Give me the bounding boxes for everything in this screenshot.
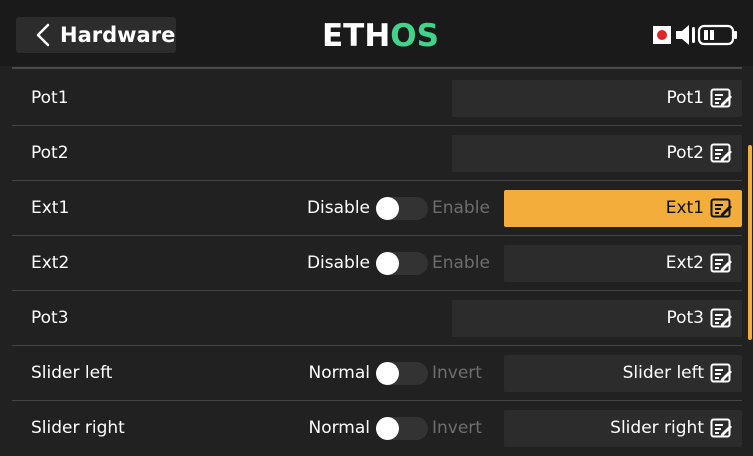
- page-title: Hardware: [60, 23, 176, 47]
- record-icon: [653, 26, 671, 44]
- row-label: Pot3: [31, 308, 69, 328]
- row-label: Slider left: [31, 363, 113, 383]
- pot1-name-field[interactable]: Pot1: [452, 80, 742, 117]
- field-value: Pot1: [666, 88, 704, 108]
- field-value: Pot2: [666, 143, 704, 163]
- toggle-knob: [376, 417, 399, 440]
- ext1-name-field[interactable]: Ext1: [504, 190, 742, 227]
- edit-icon: [710, 253, 732, 273]
- svg-text:ETHOS: ETHOS: [322, 18, 439, 52]
- row-ext1: Ext1 Disable Enable Ext1: [0, 181, 753, 236]
- toggle-knob: [376, 197, 399, 220]
- row-pot2: Pot2 Pot2: [0, 126, 753, 181]
- speaker-icon: [676, 25, 695, 45]
- ext2-name-field[interactable]: Ext2: [504, 245, 742, 282]
- logo-text-eth: ETH: [322, 18, 390, 52]
- scrollbar[interactable]: [748, 145, 752, 340]
- battery-icon: [697, 24, 737, 46]
- row-slider-left: Slider left Normal Invert Slider left: [0, 346, 753, 401]
- toggle-switch[interactable]: [376, 362, 428, 385]
- slider-left-toggle[interactable]: Normal Invert: [280, 346, 500, 401]
- pot2-name-field[interactable]: Pot2: [452, 135, 742, 172]
- back-button[interactable]: Hardware: [16, 17, 176, 53]
- row-label: Ext2: [31, 253, 70, 273]
- ext1-toggle[interactable]: Disable Enable: [280, 181, 500, 236]
- row-label: Pot2: [31, 143, 69, 163]
- toggle-switch[interactable]: [376, 197, 428, 220]
- toggle-on-label: Invert: [432, 363, 482, 383]
- row-slider-right: Slider right Normal Invert Slider right: [0, 401, 753, 456]
- toggle-on-label: Enable: [432, 253, 490, 273]
- row-label: Slider right: [31, 418, 125, 438]
- toggle-knob: [376, 362, 399, 385]
- status-icons: [653, 24, 737, 46]
- logo-text-os: OS: [390, 18, 439, 52]
- row-pot1: Pot1 Pot1: [0, 71, 753, 126]
- edit-icon: [710, 143, 732, 163]
- row-pot3: Pot3 Pot3: [0, 291, 753, 346]
- toggle-on-label: Enable: [432, 198, 490, 218]
- slider-right-toggle[interactable]: Normal Invert: [280, 401, 500, 456]
- field-value: Pot3: [666, 308, 704, 328]
- slider-left-name-field[interactable]: Slider left: [504, 355, 742, 392]
- header-divider: [12, 67, 742, 69]
- row-label: Ext1: [31, 198, 70, 218]
- edit-icon: [710, 198, 732, 218]
- row-ext2: Ext2 Disable Enable Ext2: [0, 236, 753, 291]
- edit-icon: [710, 88, 732, 108]
- row-label: Pot1: [31, 88, 69, 108]
- ethos-logo: ETHOS: [322, 18, 439, 52]
- toggle-off-label: Normal: [308, 418, 370, 438]
- hardware-screen: Hardware ETHOS Pot1 Pot1 Pot2 Pot2 Ext1 …: [0, 0, 753, 456]
- field-value: Ext2: [665, 253, 704, 273]
- toggle-on-label: Invert: [432, 418, 482, 438]
- back-chevron-icon: [36, 23, 50, 47]
- field-value: Slider left: [622, 363, 704, 383]
- toggle-off-label: Normal: [308, 363, 370, 383]
- edit-icon: [710, 363, 732, 383]
- slider-right-name-field[interactable]: Slider right: [504, 410, 742, 447]
- toggle-switch[interactable]: [376, 252, 428, 275]
- toggle-switch[interactable]: [376, 417, 428, 440]
- toggle-off-label: Disable: [306, 198, 370, 218]
- ext2-toggle[interactable]: Disable Enable: [280, 236, 500, 291]
- edit-icon: [710, 418, 732, 438]
- edit-icon: [710, 308, 732, 328]
- field-value: Slider right: [610, 418, 704, 438]
- toggle-knob: [376, 252, 399, 275]
- field-value: Ext1: [665, 198, 704, 218]
- header-bar: Hardware ETHOS: [0, 0, 753, 66]
- pot3-name-field[interactable]: Pot3: [452, 300, 742, 337]
- toggle-off-label: Disable: [306, 253, 370, 273]
